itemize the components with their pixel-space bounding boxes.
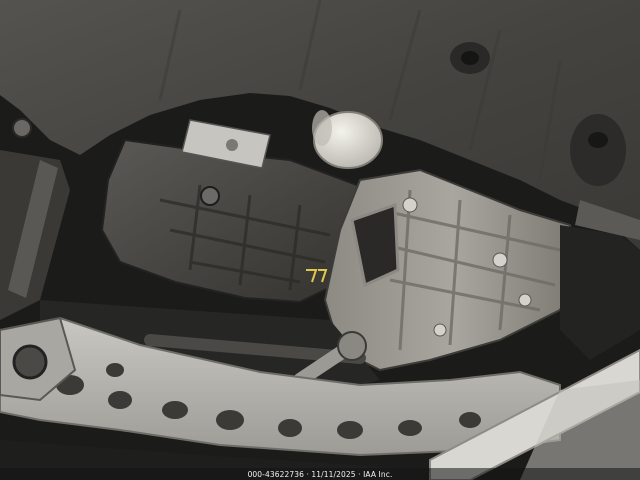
mount-bushing <box>12 344 48 380</box>
shield-drain-hole <box>588 132 608 148</box>
oil-filter-band <box>312 110 332 146</box>
oil-drain-plug <box>200 186 220 206</box>
shield-bolt <box>12 118 32 138</box>
watermark-text: 000-43622736 · 11/11/2025 · IAA Inc. <box>247 470 393 479</box>
transmission-bolt <box>433 323 447 337</box>
transmission-bolt <box>402 197 418 213</box>
transmission-bolt <box>492 252 508 268</box>
cv-joint <box>337 331 367 361</box>
transmission-bolt <box>518 293 532 307</box>
shield-drain-hole <box>570 114 626 186</box>
bracket-bolt <box>226 139 238 151</box>
undercarriage-photo: 000-43622736 · 11/11/2025 · IAA Inc. <box>0 0 640 480</box>
shield-drain-hole <box>461 51 479 65</box>
